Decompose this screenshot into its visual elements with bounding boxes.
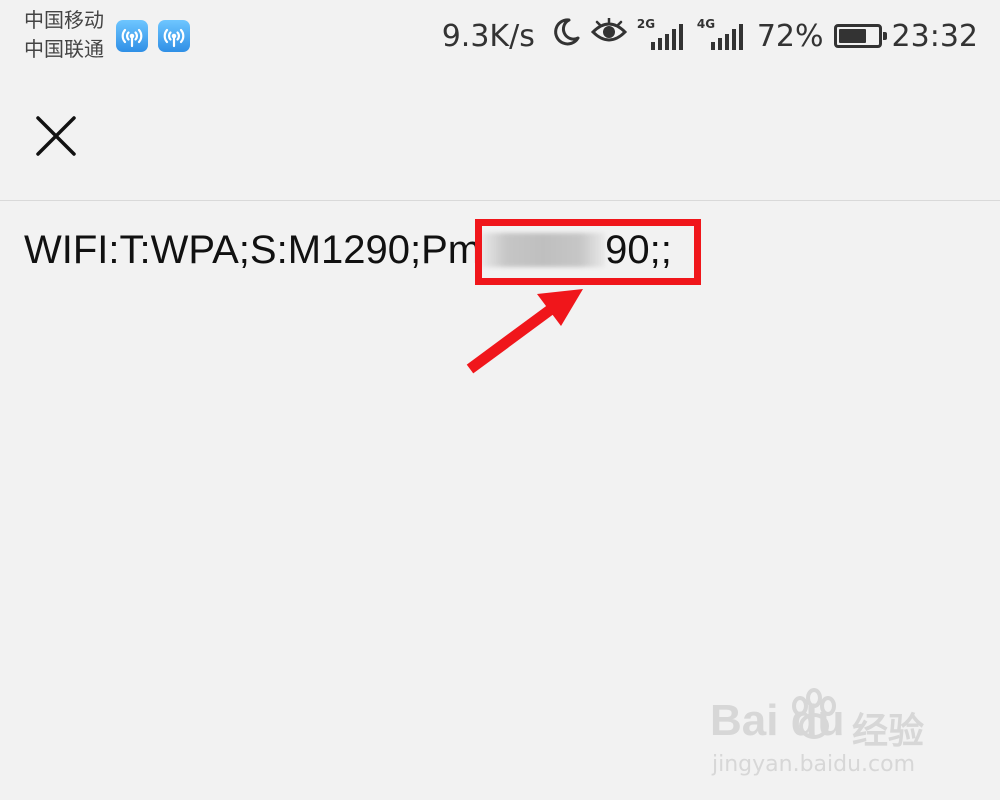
password-highlight-box xyxy=(475,219,701,285)
wifi-string-prefix: WIFI:T:WPA;S:M1290;P xyxy=(24,228,448,272)
divider xyxy=(0,200,1000,201)
carrier-1-label: 中国移动 xyxy=(24,8,104,32)
close-icon[interactable] xyxy=(30,110,82,162)
status-indicators: 9.3K/s 2G 4G 72% 23:32 xyxy=(442,14,978,58)
signal-icon xyxy=(710,24,743,50)
paw-icon xyxy=(792,688,836,739)
moon-icon xyxy=(549,16,581,56)
wifi-hotspot-icon xyxy=(116,20,148,52)
clock: 23:32 xyxy=(891,18,978,54)
sim2-signal: 4G xyxy=(697,18,747,54)
battery-fill xyxy=(838,29,866,43)
baidu-jingyan-watermark: Bai du 经验 jingyan.baidu.com xyxy=(710,686,960,786)
carrier-labels: 中国移动 中国联通 xyxy=(24,6,104,64)
carrier-2-label: 中国联通 xyxy=(24,37,104,61)
sim1-signal: 2G xyxy=(637,18,687,54)
battery-nub xyxy=(882,32,887,40)
battery-percent: 72% xyxy=(756,18,824,54)
eye-icon xyxy=(590,16,627,54)
close-button[interactable] xyxy=(30,110,82,162)
watermark-cn: 经验 xyxy=(852,711,925,752)
toolbar xyxy=(0,72,1000,200)
battery-icon xyxy=(833,24,887,48)
wifi-hotspot-icon xyxy=(158,20,190,52)
network-speed: 9.3K/s xyxy=(441,18,535,54)
status-bar: 中国移动 中国联通 9.3K/s 2G 4G 72% 23:32 xyxy=(0,0,1000,72)
watermark-url: jingyan.baidu.com xyxy=(712,752,916,777)
signal-icon xyxy=(650,24,683,50)
